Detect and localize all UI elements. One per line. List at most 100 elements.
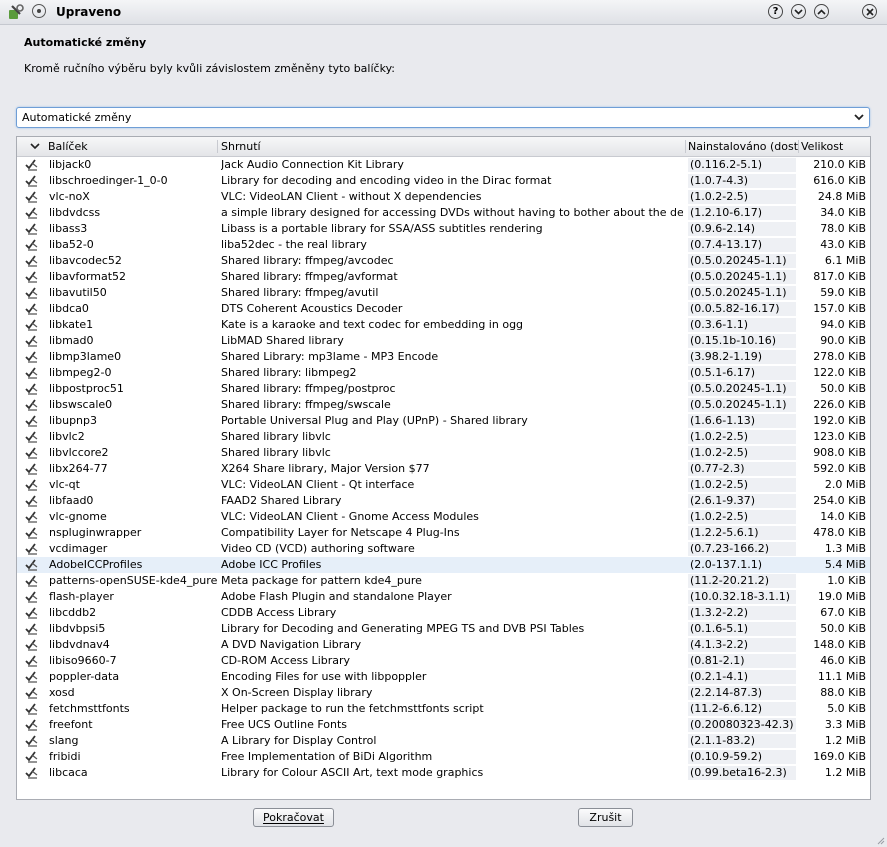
table-row[interactable]: poppler-data Encoding Files for use with … xyxy=(17,669,870,685)
install-check-icon[interactable] xyxy=(25,510,39,523)
table-row[interactable]: vlc-qt VLC: VideoLAN Client - Qt interfac… xyxy=(17,477,870,493)
install-check-icon[interactable] xyxy=(25,190,39,203)
package-table[interactable]: Balíček Shrnutí Nainstalováno (dostup Ve… xyxy=(16,136,871,800)
table-row[interactable]: libavcodec52 Shared library: ffmpeg/avcod… xyxy=(17,253,870,269)
table-row[interactable]: fetchmsttfonts Helper package to run the … xyxy=(17,701,870,717)
install-check-icon[interactable] xyxy=(25,622,39,635)
column-separator[interactable] xyxy=(217,140,218,153)
install-check-icon[interactable] xyxy=(25,414,39,427)
install-check-icon[interactable] xyxy=(25,574,39,587)
install-check-icon[interactable] xyxy=(25,302,39,315)
install-check-icon[interactable] xyxy=(25,654,39,667)
install-check-icon[interactable] xyxy=(25,318,39,331)
table-row[interactable]: libpostproc51 Shared library: ffmpeg/post… xyxy=(17,381,870,397)
table-row[interactable]: libupnp3 Portable Universal Plug and Play… xyxy=(17,413,870,429)
table-row[interactable]: libass3 Libass is a portable library for … xyxy=(17,221,870,237)
continue-button[interactable]: Pokračovat xyxy=(253,808,334,827)
package-installed-version: (11.2-20.21.2) xyxy=(688,574,796,588)
install-check-icon[interactable] xyxy=(25,638,39,651)
install-check-icon[interactable] xyxy=(25,686,39,699)
table-row[interactable]: libmpeg2-0 Shared library: libmpeg2 (0.5.1… xyxy=(17,365,870,381)
table-row[interactable]: libdvbpsi5 Library for Decoding and Gener… xyxy=(17,621,870,637)
install-check-icon[interactable] xyxy=(25,558,39,571)
install-check-icon[interactable] xyxy=(25,494,39,507)
install-check-icon[interactable] xyxy=(25,398,39,411)
install-check-icon[interactable] xyxy=(25,350,39,363)
install-check-icon[interactable] xyxy=(25,766,39,779)
install-check-icon[interactable] xyxy=(25,590,39,603)
table-row[interactable]: libcaca Library for Colour ASCII Art, tex… xyxy=(17,765,870,781)
table-row[interactable]: libmp3lame0 Shared Library: mp3lame - MP3… xyxy=(17,349,870,365)
install-check-icon[interactable] xyxy=(25,270,39,283)
resize-grip-icon[interactable] xyxy=(875,835,885,845)
cancel-button[interactable]: Zrušit xyxy=(578,808,633,827)
install-check-icon[interactable] xyxy=(25,526,39,539)
column-separator[interactable] xyxy=(798,140,799,153)
table-row[interactable]: nspluginwrapper Compatibility Layer for N… xyxy=(17,525,870,541)
table-row[interactable]: libx264-77 X264 Share library, Major Vers… xyxy=(17,461,870,477)
install-check-icon[interactable] xyxy=(25,254,39,267)
package-name: libschroedinger-1_0-0 xyxy=(49,174,168,187)
table-row[interactable]: libvlc2 Shared library libvlc (1.0.2-2.5) 1… xyxy=(17,429,870,445)
install-check-icon[interactable] xyxy=(25,446,39,459)
table-row[interactable]: vlc-gnome VLC: VideoLAN Client - Gnome Ac… xyxy=(17,509,870,525)
table-row[interactable]: slang A Library for Display Control (2.1.1… xyxy=(17,733,870,749)
table-row[interactable]: vlc-noX VLC: VideoLAN Client - without X … xyxy=(17,189,870,205)
install-check-icon[interactable] xyxy=(25,286,39,299)
column-separator[interactable] xyxy=(685,140,686,153)
maximize-button[interactable] xyxy=(814,4,829,19)
table-row[interactable]: libdvdnav4 A DVD Navigation Library (4.1.3… xyxy=(17,637,870,653)
install-check-icon[interactable] xyxy=(25,734,39,747)
table-row[interactable]: libfaad0 FAAD2 Shared Library (2.6.1-9.37)… xyxy=(17,493,870,509)
table-row[interactable]: libdvdcss a simple library designed for a… xyxy=(17,205,870,221)
install-check-icon[interactable] xyxy=(25,430,39,443)
install-check-icon[interactable] xyxy=(25,478,39,491)
sticky-button[interactable] xyxy=(32,4,46,18)
install-check-icon[interactable] xyxy=(25,238,39,251)
install-check-icon[interactable] xyxy=(25,382,39,395)
table-row[interactable]: libavformat52 Shared library: ffmpeg/avfo… xyxy=(17,269,870,285)
table-row[interactable]: libkate1 Kate is a karaoke and text codec… xyxy=(17,317,870,333)
install-check-icon[interactable] xyxy=(25,702,39,715)
table-row[interactable]: freefont Free UCS Outline Fonts (0.2008032… xyxy=(17,717,870,733)
install-check-icon[interactable] xyxy=(25,718,39,731)
column-header-size[interactable]: Velikost xyxy=(801,140,867,153)
table-row[interactable]: liba52-0 liba52dec - the real library (0.7… xyxy=(17,237,870,253)
table-row[interactable]: libdca0 DTS Coherent Acoustics Decoder (0.… xyxy=(17,301,870,317)
column-header-installed[interactable]: Nainstalováno (dostup xyxy=(688,140,798,153)
close-button[interactable] xyxy=(862,4,877,19)
window-titlebar[interactable]: Upraveno ? xyxy=(0,0,887,25)
install-check-icon[interactable] xyxy=(25,750,39,763)
column-header-summary[interactable]: Shrnutí xyxy=(221,140,683,153)
install-check-icon[interactable] xyxy=(25,334,39,347)
change-filter-combobox[interactable]: Automatické změny xyxy=(16,107,870,128)
column-header-package[interactable]: Balíček xyxy=(48,140,216,153)
table-row[interactable]: libswscale0 Shared library: ffmpeg/swscal… xyxy=(17,397,870,413)
install-check-icon[interactable] xyxy=(25,542,39,555)
minimize-button[interactable] xyxy=(791,4,806,19)
yast-software-icon[interactable] xyxy=(8,4,24,20)
install-check-icon[interactable] xyxy=(25,606,39,619)
install-check-icon[interactable] xyxy=(25,366,39,379)
table-row[interactable]: libavutil50 Shared library: ffmpeg/avutil… xyxy=(17,285,870,301)
help-button[interactable]: ? xyxy=(768,4,783,19)
install-check-icon[interactable] xyxy=(25,462,39,475)
install-check-icon[interactable] xyxy=(25,222,39,235)
table-row[interactable]: flash-player Adobe Flash Plugin and stand… xyxy=(17,589,870,605)
install-check-icon[interactable] xyxy=(25,174,39,187)
table-row[interactable]: libcddb2 CDDB Access Library (1.3.2-2.2) 67… xyxy=(17,605,870,621)
table-row[interactable]: AdobeICCProfiles Adobe ICC Profiles (2.0-1… xyxy=(17,557,870,573)
install-check-icon[interactable] xyxy=(25,670,39,683)
table-row[interactable]: libmad0 LibMAD Shared library (0.15.1b-10.… xyxy=(17,333,870,349)
table-row[interactable]: libvlccore2 Shared library libvlc (1.0.2-2… xyxy=(17,445,870,461)
chevron-down-icon[interactable] xyxy=(29,141,41,151)
table-row[interactable]: patterns-openSUSE-kde4_pure Meta package … xyxy=(17,573,870,589)
table-row[interactable]: xosd X On-Screen Display library (2.2.14-8… xyxy=(17,685,870,701)
table-row[interactable]: libiso9660-7 CD-ROM Access Library (0.81-2… xyxy=(17,653,870,669)
table-row[interactable]: libschroedinger-1_0-0 Library for decodin… xyxy=(17,173,870,189)
install-check-icon[interactable] xyxy=(25,158,39,171)
install-check-icon[interactable] xyxy=(25,206,39,219)
table-row[interactable]: fribidi Free Implementation of BiDi Algor… xyxy=(17,749,870,765)
table-row[interactable]: libjack0 Jack Audio Connection Kit Librar… xyxy=(17,157,870,173)
table-row[interactable]: vcdimager Video CD (VCD) authoring softwa… xyxy=(17,541,870,557)
